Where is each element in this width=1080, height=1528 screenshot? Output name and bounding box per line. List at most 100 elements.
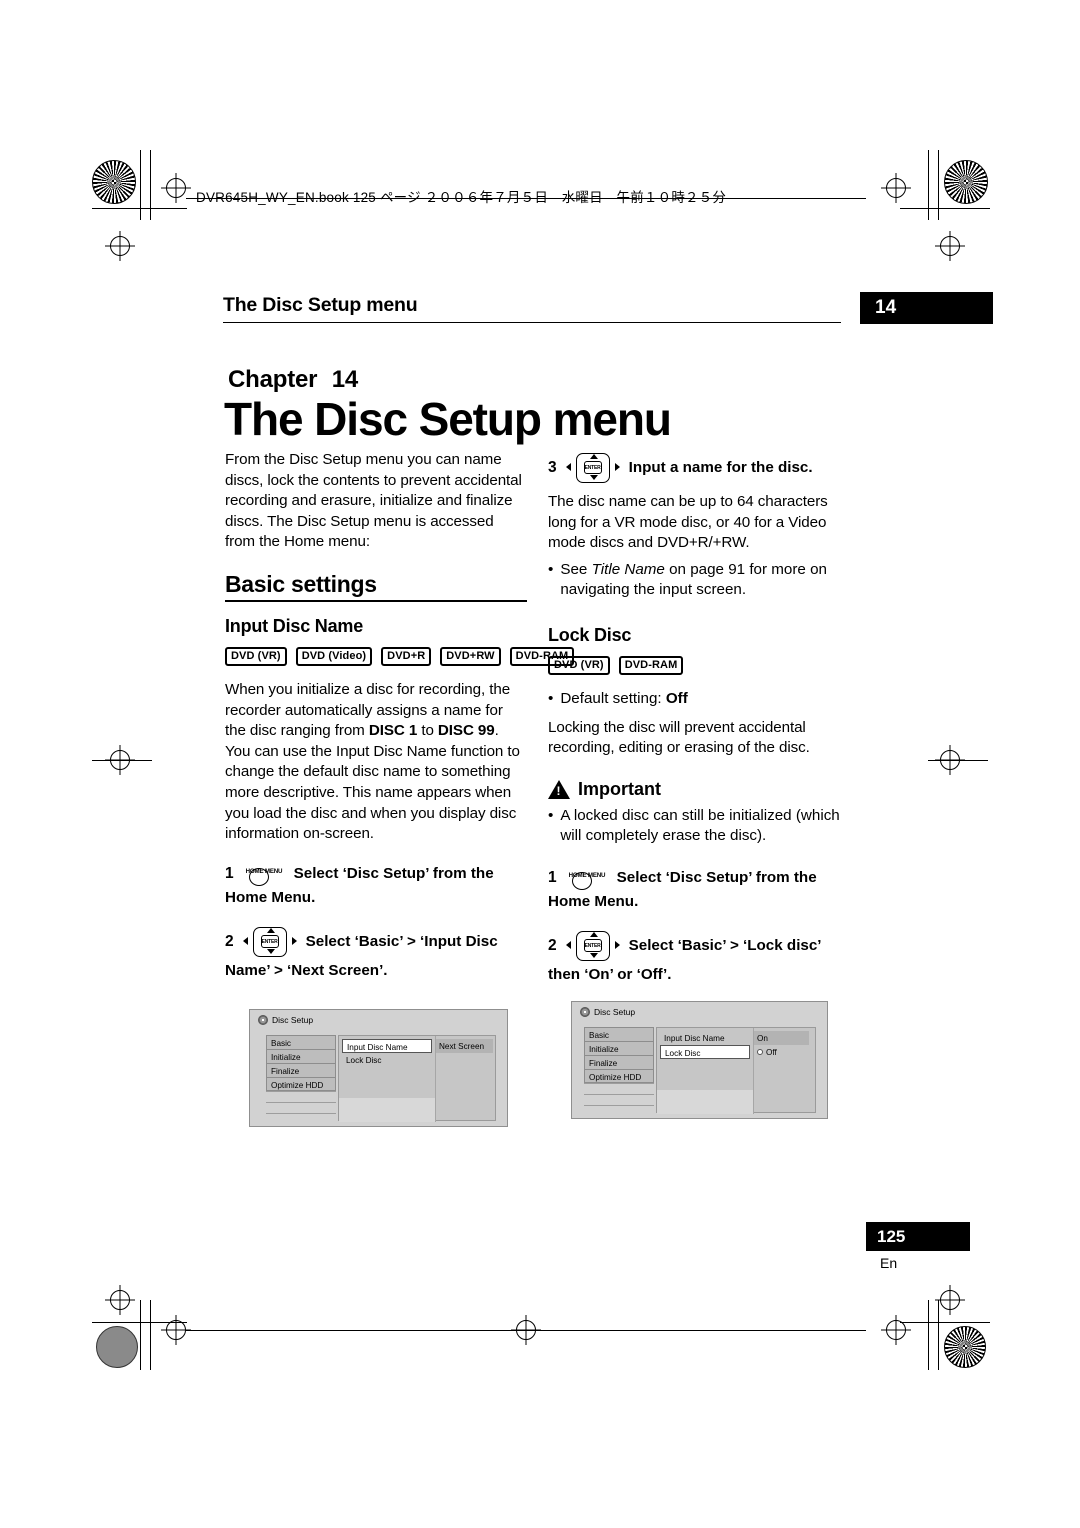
right-step-1: 1 HOME MENU Select ‘Disc Setup’ from the H…: [548, 865, 853, 912]
bullet-dot: •: [548, 689, 554, 707]
warning-triangle-icon: [548, 779, 570, 799]
crosshair-right-upper: [940, 236, 960, 256]
important-label: Important: [578, 778, 661, 799]
osd-right-panel-divider: [753, 1028, 754, 1114]
disc-badge: DVD (Video): [295, 646, 373, 666]
default-setting-label: Default setting:: [560, 689, 666, 707]
disc-icon: [580, 1007, 590, 1017]
home-menu-key-circle: [571, 871, 592, 890]
left-step-2-number: 2: [225, 932, 234, 950]
osd-left-option-next-screen[interactable]: Next Screen: [435, 1039, 493, 1053]
chapter-label: Chapter 14: [228, 366, 358, 394]
section-heading-rule: [225, 599, 527, 602]
reg-line-vertical-left-inner: [150, 150, 151, 220]
right-bullet-title-name: • See Title Name on page 91 for more on …: [548, 560, 853, 601]
radio-button-off-icon: [757, 1049, 763, 1056]
osd-right-option-on[interactable]: On: [753, 1031, 809, 1045]
disc-icon: [258, 1015, 268, 1025]
running-head-rule: [223, 322, 841, 323]
crosshair-top-right: [886, 178, 906, 198]
reg-line-horizontal-bottom-right: [900, 1322, 990, 1323]
crosshair-top-left: [166, 178, 186, 198]
osd-left-menu-item-finalize[interactable]: Finalize: [266, 1063, 336, 1077]
reg-line-right-middle: [928, 760, 988, 761]
crosshair-bottom-center: [516, 1320, 536, 1340]
right-step-2-number: 2: [548, 936, 557, 954]
bullet-text: A locked disc can still be initialized (…: [560, 806, 840, 845]
right-step-3: 3 ENTER Input a name for the disc.: [548, 450, 853, 486]
arrow-right-icon: [614, 463, 620, 471]
enter-key-icon: ENTER: [240, 924, 302, 960]
osd-right-title: Disc Setup: [594, 1007, 636, 1017]
arrow-down-icon: [589, 475, 598, 480]
osd-right-option-off[interactable]: Off: [753, 1045, 809, 1059]
disc-range-low: DISC 1: [368, 722, 418, 740]
enter-key-label: ENTER: [583, 461, 602, 474]
registration-starburst-bottom-right: [944, 1326, 986, 1368]
left-step-2: 2 ENTER Select ‘Basic’ > ‘Input Disc Name’…: [225, 924, 527, 981]
osd-right-menu-item-optimize-hdd[interactable]: Optimize HDD: [584, 1069, 654, 1083]
enter-key-icon: ENTER: [563, 450, 625, 486]
bullet-dot: •: [548, 560, 554, 578]
osd-right-menu-blank-2: [584, 1094, 654, 1105]
disc-badge: DVD (VR): [548, 655, 610, 675]
osd-left-panel-lower: [339, 1098, 435, 1122]
osd-left-titlebar: Disc Setup: [258, 1015, 313, 1025]
disc-badge-row-lock-disc: DVD (VR) DVD-RAM: [548, 655, 853, 675]
home-menu-key-icon: HOME MENU: [242, 861, 290, 887]
osd-left-menu-column: Basic Initialize Finalize Optimize HDD: [266, 1035, 336, 1124]
reg-line-horizontal-top-left: [92, 208, 187, 209]
right-column: 3 ENTER Input a name for the disc. The dis…: [548, 450, 853, 985]
osd-right-option-off-label: Off: [766, 1047, 777, 1057]
reg-line-vertical-bottom-left-outer: [140, 1300, 141, 1370]
osd-right-menu-item-basic[interactable]: Basic: [584, 1027, 654, 1041]
arrow-right-icon: [614, 940, 620, 949]
enter-key-icon: ENTER: [563, 928, 625, 964]
crosshair-left-upper: [110, 236, 130, 256]
arrow-left-icon: [565, 463, 571, 471]
reg-line-vertical-right-inner: [928, 150, 929, 220]
right-step-3-number: 3: [548, 459, 557, 477]
language-code: En: [880, 1255, 898, 1271]
running-head-chapter-number: 14: [860, 292, 993, 324]
page-number-badge: 125: [866, 1222, 970, 1251]
osd-left-menu-blank-2: [266, 1102, 336, 1113]
default-setting-value: Off: [665, 689, 688, 707]
important-heading: Important: [548, 779, 853, 800]
disc-badge: DVD+RW: [440, 646, 501, 666]
osd-left-option-input-disc-name[interactable]: Input Disc Name: [342, 1039, 432, 1053]
reg-line-vertical-bottom-right-outer: [938, 1300, 939, 1370]
disc-badge: DVD+R: [381, 646, 432, 666]
page-title: The Disc Setup menu: [224, 393, 672, 445]
disc-range-to: to: [417, 722, 438, 740]
osd-right-menu-item-finalize[interactable]: Finalize: [584, 1055, 654, 1069]
osd-screenshot-lock-disc: Disc Setup Basic Initialize Finalize Opt…: [571, 1001, 828, 1119]
subsection-heading-lock-disc: Lock Disc: [548, 624, 632, 645]
bullet-text-pre: See: [560, 560, 592, 578]
osd-right-option-lock-disc[interactable]: Lock Disc: [660, 1045, 750, 1059]
reg-line-left-middle: [92, 760, 152, 761]
enter-key-label: ENTER: [260, 934, 279, 948]
book-file-header: DVR645H_WY_EN.book 125 ページ ２００６年７月５日 水曜日…: [196, 190, 727, 205]
osd-right-option-input-disc-name[interactable]: Input Disc Name: [660, 1031, 750, 1045]
osd-left-menu-item-basic[interactable]: Basic: [266, 1035, 336, 1049]
osd-left-option-lock-disc[interactable]: Lock Disc: [342, 1053, 432, 1067]
arrow-left-icon: [565, 940, 571, 949]
osd-right-menu-item-initialize[interactable]: Initialize: [584, 1041, 654, 1055]
bullet-text-italic: Title Name: [591, 560, 665, 578]
osd-right-titlebar: Disc Setup: [580, 1007, 635, 1017]
osd-left-menu-item-initialize[interactable]: Initialize: [266, 1049, 336, 1063]
crosshair-left-lower: [110, 1290, 130, 1310]
disc-badge-row-input-disc-name: DVD (VR) DVD (Video) DVD+R DVD+RW DVD-RA…: [225, 646, 575, 666]
right-step-3-body: The disc name can be up to 64 characters…: [548, 493, 828, 552]
reg-line-horizontal-top-right: [900, 208, 990, 209]
osd-right-panel-lower: [657, 1090, 753, 1114]
intro-paragraph: From the Disc Setup menu you can name di…: [225, 451, 522, 551]
input-disc-name-body: When you initialize a disc for recording…: [225, 680, 527, 845]
bullet-text: See Title Name on page 91 for more on na…: [560, 560, 853, 601]
arrow-left-icon: [242, 936, 248, 945]
osd-left-menu-item-optimize-hdd[interactable]: Optimize HDD: [266, 1077, 336, 1091]
osd-left-menu-blank-3: [266, 1113, 336, 1124]
osd-right-menu-blank-3: [584, 1105, 654, 1116]
bullet-dot: •: [548, 806, 554, 824]
